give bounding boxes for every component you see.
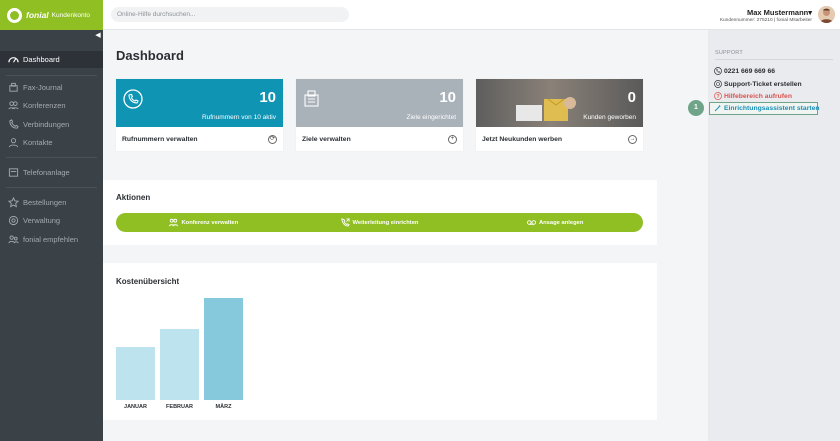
chart-tick-label: JANUAR [124, 404, 147, 410]
phone-system-icon [8, 167, 19, 178]
admin-icon [8, 215, 19, 226]
fax-device-icon [303, 89, 321, 111]
recommend-icon [8, 234, 19, 245]
conference-icon [8, 100, 19, 111]
connections-icon [8, 119, 19, 130]
tile-header: 0 Kunden geworben [476, 79, 643, 127]
avatar[interactable] [818, 6, 835, 23]
chart-bar-märz[interactable] [204, 298, 243, 400]
phone-icon [714, 67, 722, 75]
sidebar-item-bestellungen[interactable]: Bestellungen [0, 194, 103, 211]
brand-logo[interactable]: fonial Kundenkonto [0, 0, 103, 30]
conference-icon [169, 218, 179, 227]
chevron-down-icon: ▾ [808, 8, 812, 17]
add-icon[interactable]: + [448, 134, 457, 144]
tile-header: 10 Ziele eingerichtet [296, 79, 463, 127]
sidebar: fonial Kundenkonto ◀ Dashboard Fax-Journ… [0, 0, 103, 441]
help-icon: ? [714, 92, 722, 100]
search-input[interactable] [111, 7, 349, 22]
gift-photo [508, 95, 578, 127]
actions-panel: Aktionen Konferenz verwalten Weiterleitu… [103, 180, 657, 245]
tile-caption: Kunden geworben [583, 114, 636, 121]
ticket-icon [714, 80, 722, 88]
voicemail-icon [526, 218, 536, 227]
tile-number: 10 [259, 89, 276, 106]
costs-title: Kostenübersicht [116, 277, 180, 286]
chart-tick-label: FEBRUAR [166, 404, 193, 410]
sidebar-item-konferenzen[interactable]: Konferenzen [0, 97, 103, 114]
page-title: Dashboard [116, 48, 184, 63]
arrow-right-icon[interactable]: → [628, 134, 637, 144]
top-header: Max Mustermann▾ Kundennummer: 275210 | f… [103, 0, 840, 30]
orders-icon [8, 197, 19, 208]
user-name: Max Mustermann [746, 8, 809, 17]
tile-number: 0 [627, 89, 636, 106]
tile-header: 10 Rufnummern von 10 aktiv [116, 79, 283, 127]
fonial-logo-icon [7, 7, 22, 23]
phone-icon [123, 89, 143, 111]
actions-title: Aktionen [116, 193, 151, 202]
forwarding-setup-button[interactable]: Weiterleitung einrichten [292, 218, 468, 227]
support-phone-link[interactable]: 0221 669 669 66 [714, 67, 775, 75]
brand-product: Kundenkonto [51, 11, 90, 19]
chart-bar-januar[interactable] [116, 347, 155, 400]
support-help-link[interactable]: ? Hilfebereich aufrufen [714, 92, 792, 100]
forward-icon [340, 218, 350, 227]
tile-rufnummern[interactable]: 10 Rufnummern von 10 aktiv Rufnummern ve… [116, 79, 283, 151]
sidebar-item-verbindungen[interactable]: Verbindungen [0, 116, 103, 133]
support-panel: SUPPORT 0221 669 669 66 Support-Ticket e… [708, 30, 840, 441]
fax-icon [8, 82, 19, 93]
tile-footer[interactable]: Rufnummern verwalten ⟳ [116, 127, 283, 151]
support-wizard-link[interactable]: Einrichtungsassistent starten [714, 104, 820, 112]
tile-footer-label: Rufnummern verwalten [122, 135, 198, 143]
tile-footer[interactable]: Jetzt Neukunden werben → [476, 127, 643, 151]
dashboard-icon [8, 54, 19, 65]
sidebar-item-dashboard[interactable]: Dashboard [0, 51, 103, 68]
svg-text:?: ? [716, 94, 719, 100]
main-content: Dashboard 10 Rufnummern von 10 aktiv Ruf… [103, 30, 708, 441]
announcement-create-button[interactable]: Ansage anlegen [467, 218, 643, 227]
user-menu[interactable]: Max Mustermann▾ Kundennummer: 275210 | f… [720, 8, 812, 23]
tile-ziele[interactable]: 10 Ziele eingerichtet Ziele verwalten + [296, 79, 463, 151]
tile-caption: Ziele eingerichtet [406, 114, 457, 121]
support-ticket-link[interactable]: Support-Ticket erstellen [714, 80, 802, 88]
brand-name: fonial [26, 10, 49, 20]
support-title: SUPPORT [715, 50, 743, 56]
tile-footer-label: Jetzt Neukunden werben [482, 135, 563, 143]
step-badge: 1 [688, 100, 704, 116]
tile-footer-label: Ziele verwalten [302, 135, 351, 143]
sidebar-item-telefonanlage[interactable]: Telefonanlage [0, 164, 103, 181]
conference-manage-button[interactable]: Konferenz verwalten [116, 218, 292, 227]
user-customer-info: Kundennummer: 275210 | fonial Mitarbeite… [719, 18, 812, 23]
chart-bar-februar[interactable] [160, 329, 199, 400]
wizard-icon [714, 104, 722, 112]
tile-neukunden[interactable]: 0 Kunden geworben Jetzt Neukunden werben… [476, 79, 643, 151]
tile-footer[interactable]: Ziele verwalten + [296, 127, 463, 151]
costs-panel: Kostenübersicht JANUAR FEBRUAR MÄRZ [103, 263, 657, 420]
tile-caption: Rufnummern von 10 aktiv [201, 114, 276, 121]
tile-number: 10 [439, 89, 456, 106]
sidebar-item-fax-journal[interactable]: Fax-Journal [0, 79, 103, 96]
sidebar-item-fonial-empfehlen[interactable]: fonial empfehlen [0, 231, 103, 248]
sidebar-item-kontakte[interactable]: Kontakte [0, 134, 103, 151]
chart-tick-label: MÄRZ [215, 404, 232, 410]
action-bar: Konferenz verwalten Weiterleitung einric… [116, 213, 643, 232]
contacts-icon [8, 137, 19, 148]
sidebar-collapse-icon[interactable]: ◀ [93, 31, 103, 41]
sidebar-item-verwaltung[interactable]: Verwaltung [0, 212, 103, 229]
refresh-icon[interactable]: ⟳ [268, 134, 277, 144]
